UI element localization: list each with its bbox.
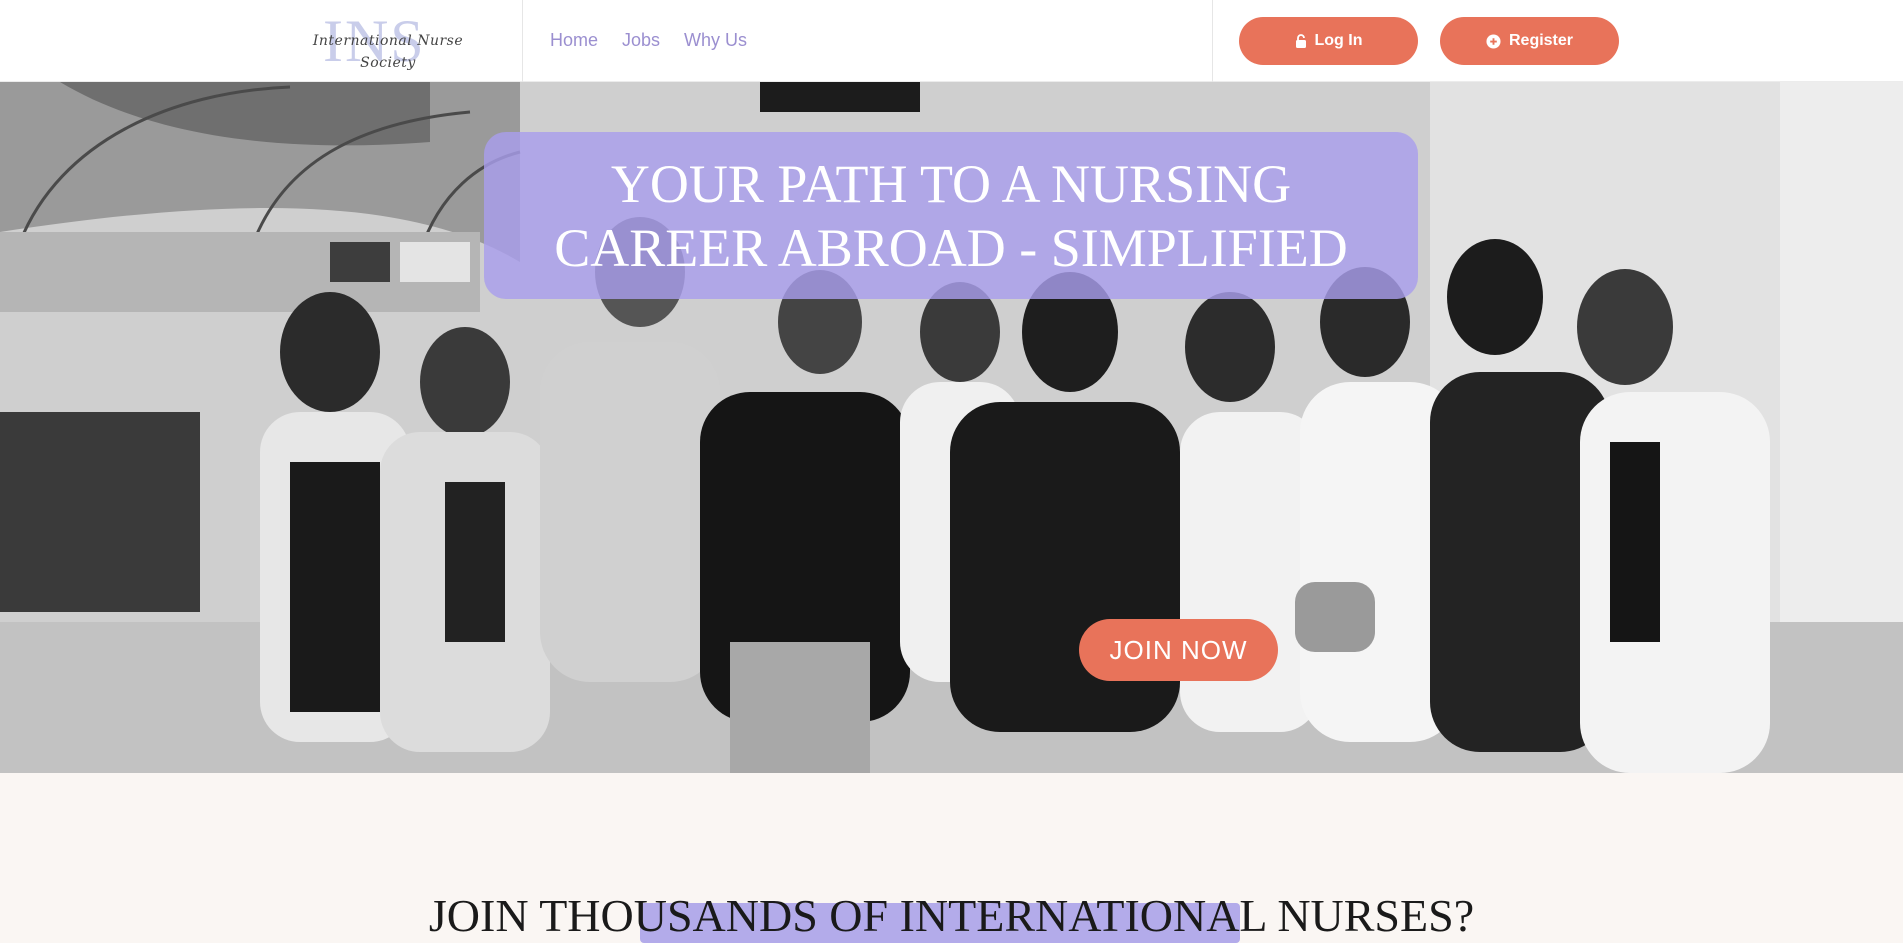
login-button[interactable]: Log In — [1239, 17, 1418, 65]
section-title: JOIN THOUSANDS OF INTERNATIONAL NURSES? — [428, 890, 1475, 941]
hero-headline: YOUR PATH TO A NURSING CAREER ABROAD - S… — [554, 153, 1348, 278]
join-section: JOIN THOUSANDS OF INTERNATIONAL NURSES? — [0, 773, 1903, 943]
hero-section: YOUR PATH TO A NURSING CAREER ABROAD - S… — [0, 82, 1903, 773]
nav-link-home[interactable]: Home — [550, 28, 598, 52]
main-nav: Home Jobs Why Us — [550, 28, 747, 52]
header-divider-right — [1212, 0, 1213, 82]
site-header: INS International Nurse Society Home Job… — [0, 0, 1903, 82]
header-divider-left — [522, 0, 523, 82]
join-now-button[interactable]: JOIN NOW — [1079, 619, 1278, 681]
plus-circle-icon — [1486, 33, 1501, 49]
register-button[interactable]: Register — [1440, 17, 1619, 65]
nav-link-why-us[interactable]: Why Us — [684, 28, 747, 52]
logo-script-text: International Nurse Society — [312, 33, 464, 71]
site-logo[interactable]: INS International Nurse Society — [283, 10, 493, 72]
lock-icon — [1295, 34, 1307, 48]
login-button-label: Log In — [1314, 32, 1363, 49]
register-button-label: Register — [1508, 32, 1574, 49]
nav-link-jobs[interactable]: Jobs — [622, 28, 660, 52]
hero-headline-box: YOUR PATH TO A NURSING CAREER ABROAD - S… — [484, 132, 1418, 299]
